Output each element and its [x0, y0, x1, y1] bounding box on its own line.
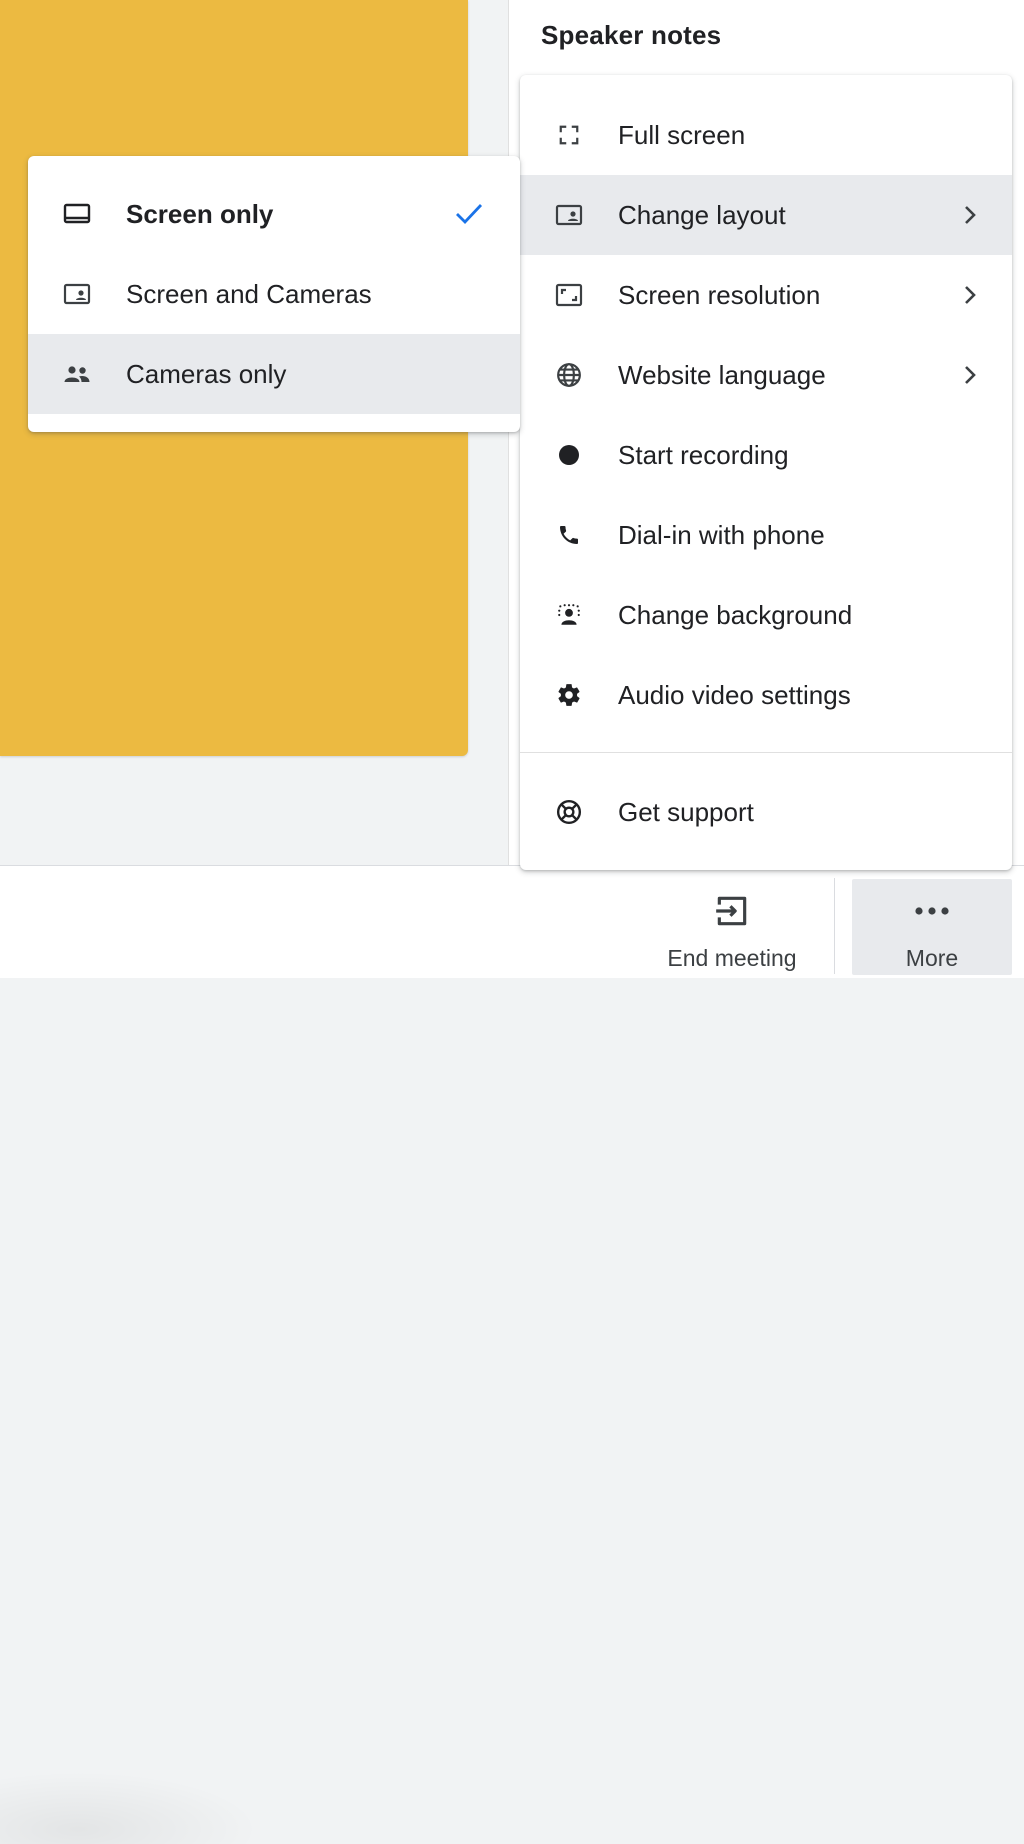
- menu-item-get-support[interactable]: Get support: [520, 772, 1012, 852]
- menu-item-label: Website language: [618, 359, 826, 390]
- end-meeting-label: End meeting: [667, 945, 797, 971]
- end-meeting-button[interactable]: End meeting: [652, 879, 812, 975]
- chevron-right-icon: [958, 363, 982, 387]
- menu-item-label: Start recording: [618, 439, 789, 470]
- layout-option-label: Screen only: [126, 198, 274, 229]
- menu-item-change-background[interactable]: Change background: [520, 575, 1012, 655]
- resolution-icon: [554, 280, 584, 310]
- fullscreen-icon: [554, 120, 584, 150]
- lifebuoy-icon: [554, 797, 584, 827]
- menu-item-label: Change layout: [618, 199, 786, 230]
- exit-icon: [713, 889, 751, 933]
- menu-item-label: Audio video settings: [618, 679, 851, 710]
- more-menu: Full screen Change layout Screen resolut…: [520, 75, 1012, 870]
- menu-item-change-layout[interactable]: Change layout: [520, 175, 1012, 255]
- toolbar-divider: [834, 878, 835, 974]
- globe-icon: [554, 360, 584, 390]
- layout-option-screen-only[interactable]: Screen only: [28, 174, 520, 254]
- menu-divider: [520, 752, 1012, 753]
- menu-item-label: Screen resolution: [618, 279, 821, 310]
- layout-option-cameras-only[interactable]: Cameras only: [28, 334, 520, 414]
- menu-item-website-language[interactable]: Website language: [520, 335, 1012, 415]
- layout-option-label: Cameras only: [126, 358, 287, 389]
- menu-item-start-recording[interactable]: Start recording: [520, 415, 1012, 495]
- more-label: More: [905, 945, 959, 971]
- screen-camera-icon: [62, 279, 92, 309]
- laptop-icon: [62, 199, 92, 229]
- layout-submenu: Screen only Screen and Cameras Cameras o…: [28, 156, 520, 432]
- speaker-notes-title: Speaker notes: [541, 20, 722, 50]
- presentation-stage: [0, 0, 508, 865]
- menu-item-label: Change background: [618, 599, 853, 630]
- menu-item-label: Dial-in with phone: [618, 519, 825, 550]
- menu-item-label: Full screen: [618, 119, 746, 150]
- more-button[interactable]: More: [852, 879, 1012, 975]
- chevron-right-icon: [958, 283, 982, 307]
- people-icon: [62, 359, 92, 389]
- record-icon: [554, 440, 584, 470]
- menu-item-full-screen[interactable]: Full screen: [520, 95, 1012, 175]
- checkmark-icon: [452, 197, 486, 231]
- background-icon: [554, 600, 584, 630]
- layout-option-screen-and-cameras[interactable]: Screen and Cameras: [28, 254, 520, 334]
- more-dots-icon: [914, 889, 950, 933]
- toolbar-shadow: [0, 1771, 260, 1844]
- phone-icon: [554, 520, 584, 550]
- gear-icon: [554, 680, 584, 710]
- menu-item-screen-resolution[interactable]: Screen resolution: [520, 255, 1012, 335]
- layout-option-label: Screen and Cameras: [126, 278, 372, 309]
- menu-item-audio-video-settings[interactable]: Audio video settings: [520, 655, 1012, 735]
- layout-icon: [554, 200, 584, 230]
- bottom-toolbar: End meeting More: [0, 865, 1024, 1844]
- menu-item-label: Get support: [618, 796, 754, 827]
- chevron-right-icon: [958, 203, 982, 227]
- menu-item-dial-in-phone[interactable]: Dial-in with phone: [520, 495, 1012, 575]
